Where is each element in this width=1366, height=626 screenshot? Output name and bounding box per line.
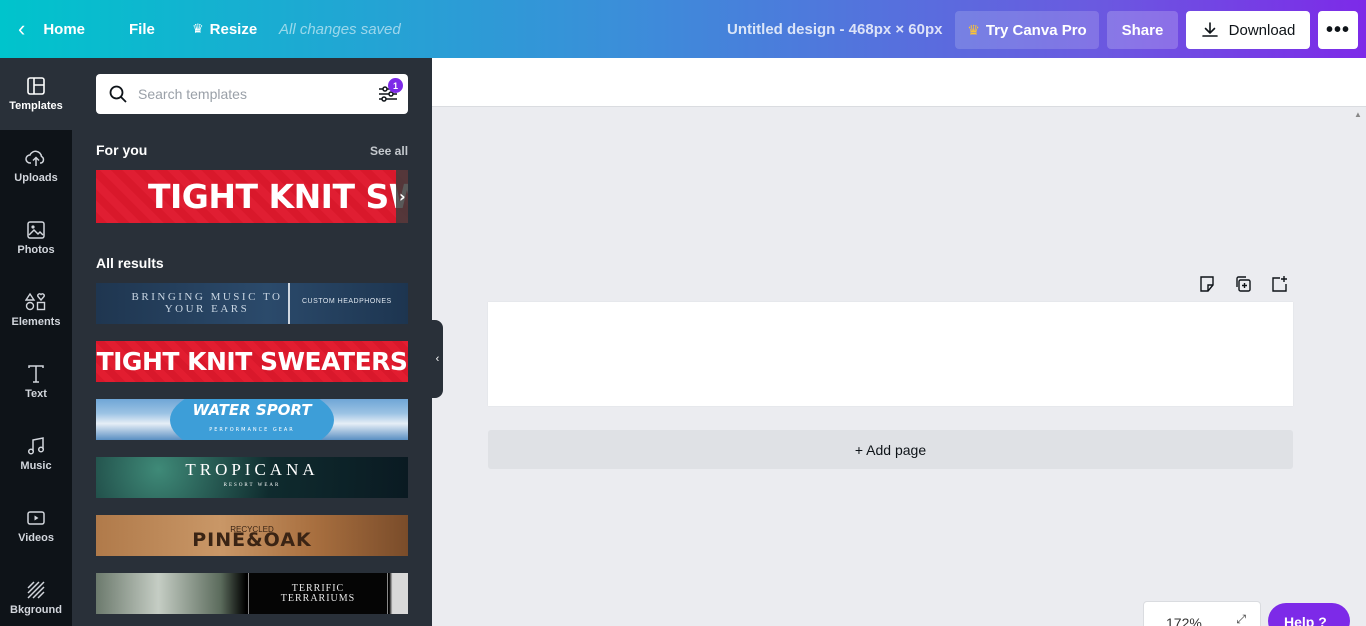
- search-box: 1: [96, 74, 408, 114]
- download-label: Download: [1228, 21, 1296, 39]
- template-text-group: RECYCLED PINE&OAK: [192, 524, 312, 550]
- template-terrific-terrariums[interactable]: TERRIFIC TERRARIUMS: [96, 573, 408, 614]
- zoom-level: 172%: [1166, 615, 1202, 626]
- template-text-group: TROPICANA RESORT WEAR: [185, 459, 319, 494]
- try-canva-pro-button[interactable]: ♛ Try Canva Pro: [955, 11, 1099, 49]
- add-page-icon[interactable]: [1270, 275, 1288, 293]
- resize-label: Resize: [209, 20, 258, 38]
- cloud-upload-icon: [25, 150, 45, 166]
- template-featured-tight-knit[interactable]: TIGHT KNIT SWEAT ›: [96, 170, 408, 223]
- rail-label: Templates: [9, 100, 63, 112]
- rail-label: Elements: [11, 316, 61, 328]
- rail-label: Music: [20, 460, 52, 472]
- duplicate-page-icon[interactable]: [1234, 275, 1252, 293]
- template-text: PINE&OAK: [192, 529, 312, 551]
- side-rail: Templates Uploads Photos Elements Text M…: [0, 58, 72, 626]
- shapes-icon: [25, 292, 46, 311]
- design-page[interactable]: [488, 302, 1293, 406]
- chevron-left-icon: ‹: [18, 16, 26, 41]
- search-icon: [109, 85, 127, 103]
- rail-label: Photos: [17, 244, 55, 256]
- home-button[interactable]: ‹ Home: [18, 0, 85, 58]
- file-menu-button[interactable]: File: [129, 0, 155, 58]
- all-results-heading: All results: [96, 255, 164, 271]
- editor-toolbar: [432, 58, 1366, 107]
- resize-button[interactable]: ♛ Resize: [192, 0, 257, 58]
- notes-icon[interactable]: [1198, 275, 1216, 293]
- share-button[interactable]: Share: [1107, 11, 1178, 49]
- help-button[interactable]: Help ?: [1268, 603, 1350, 626]
- template-tight-knit-sweaters[interactable]: TIGHT KNIT SWEATERS: [96, 341, 408, 382]
- rail-item-uploads[interactable]: Uploads: [0, 130, 72, 202]
- zoom-control[interactable]: 172% ⤢: [1143, 601, 1261, 626]
- top-bar: ‹ Home File ♛ Resize All changes saved U…: [0, 0, 1366, 58]
- collapse-panel-button[interactable]: ‹: [432, 320, 443, 398]
- rail-item-videos[interactable]: Videos: [0, 490, 72, 562]
- rail-item-background[interactable]: Bkground: [0, 562, 72, 626]
- rail-item-elements[interactable]: Elements: [0, 274, 72, 346]
- template-text-box: TERRIFIC TERRARIUMS: [248, 573, 388, 614]
- background-pattern-icon: [27, 581, 45, 599]
- template-text: TERRARIUMS: [280, 592, 356, 604]
- template-text-group: TERRIFIC TERRARIUMS: [280, 583, 356, 604]
- rail-item-text[interactable]: Text: [0, 346, 72, 418]
- rail-label: Uploads: [14, 172, 58, 184]
- template-music[interactable]: BRINGING MUSIC TO YOUR EARS CUSTOM HEADP…: [96, 283, 408, 324]
- try-pro-label: Try Canva Pro: [985, 21, 1087, 39]
- template-water-sport[interactable]: WATER SPORT PERFORMANCE GEAR: [96, 399, 408, 440]
- filter-count-badge: 1: [388, 78, 403, 93]
- chevron-right-icon[interactable]: ›: [396, 170, 408, 223]
- template-text: BRINGING MUSIC TO YOUR EARS: [131, 291, 283, 315]
- rail-item-photos[interactable]: Photos: [0, 202, 72, 274]
- more-options-button[interactable]: •••: [1318, 11, 1358, 49]
- template-text: TROPICANA: [185, 459, 319, 479]
- image-icon: [27, 221, 45, 239]
- download-icon: [1201, 22, 1218, 37]
- crown-icon: ♛: [967, 21, 980, 38]
- template-text: WATER SPORT: [192, 400, 312, 419]
- search-input[interactable]: [138, 82, 358, 106]
- expand-icon[interactable]: ⤢: [1236, 612, 1246, 626]
- template-text: TIGHT KNIT SWEAT: [148, 177, 408, 216]
- home-label: Home: [43, 20, 86, 38]
- for-you-heading: For you: [96, 142, 148, 158]
- templates-panel: 1 For you See all TIGHT KNIT SWEAT › All…: [72, 58, 432, 626]
- rail-label: Bkground: [10, 604, 62, 616]
- template-text-group: WATER SPORT PERFORMANCE GEAR: [192, 402, 311, 438]
- crown-icon: ♛: [192, 21, 204, 36]
- scroll-up-arrow-icon[interactable]: ▲: [1354, 110, 1362, 119]
- rail-label: Text: [25, 388, 47, 400]
- text-icon: [28, 365, 44, 383]
- video-icon: [27, 511, 45, 525]
- template-tropicana[interactable]: TROPICANA RESORT WEAR: [96, 457, 408, 498]
- template-text: CUSTOM HEADPHONES: [302, 298, 392, 305]
- template-pine-oak[interactable]: RECYCLED PINE&OAK: [96, 515, 408, 556]
- see-all-link[interactable]: See all: [370, 144, 408, 158]
- save-status: All changes saved: [279, 20, 401, 38]
- rail-item-music[interactable]: Music: [0, 418, 72, 490]
- template-text: TIGHT KNIT SWEATERS: [96, 347, 408, 376]
- layout-icon: [27, 77, 45, 95]
- rail-item-templates[interactable]: Templates: [0, 58, 72, 130]
- design-title[interactable]: Untitled design - 468px × 60px: [727, 0, 942, 58]
- download-button[interactable]: Download: [1186, 11, 1310, 49]
- template-subtext: RESORT WEAR: [223, 482, 281, 488]
- add-page-button[interactable]: + Add page: [488, 430, 1293, 469]
- rail-label: Videos: [18, 532, 54, 544]
- template-subtext: PERFORMANCE GEAR: [209, 426, 295, 433]
- music-note-icon: [27, 437, 45, 455]
- divider: [288, 283, 290, 324]
